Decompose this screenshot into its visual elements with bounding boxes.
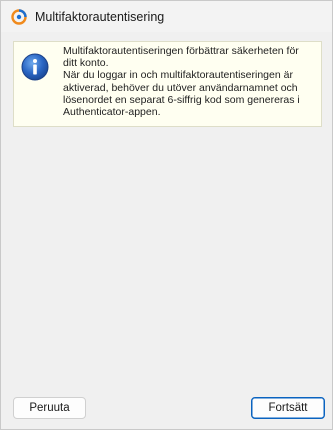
info-panel: Multifaktorautentiseringen förbättrar sä… — [13, 41, 322, 127]
info-text-line-2: När du loggar in och multifaktorautentis… — [63, 69, 300, 119]
window-title: Multifaktorautentisering — [35, 9, 165, 24]
info-icon — [21, 53, 49, 81]
title-bar[interactable]: Multifaktorautentisering — [1, 1, 332, 32]
dialog-content: Multifaktorautentiseringen förbättrar sä… — [1, 32, 332, 429]
info-text: Multifaktorautentiseringen förbättrar sä… — [63, 45, 315, 118]
dialog-window: Multifaktorautentisering Multifaktoraute… — [0, 0, 333, 430]
cancel-button[interactable]: Peruuta — [13, 397, 86, 419]
continue-button[interactable]: Fortsätt — [251, 397, 325, 419]
info-text-line-1: Multifaktorautentiseringen förbättrar sä… — [63, 45, 299, 70]
app-logo-icon — [11, 8, 27, 25]
